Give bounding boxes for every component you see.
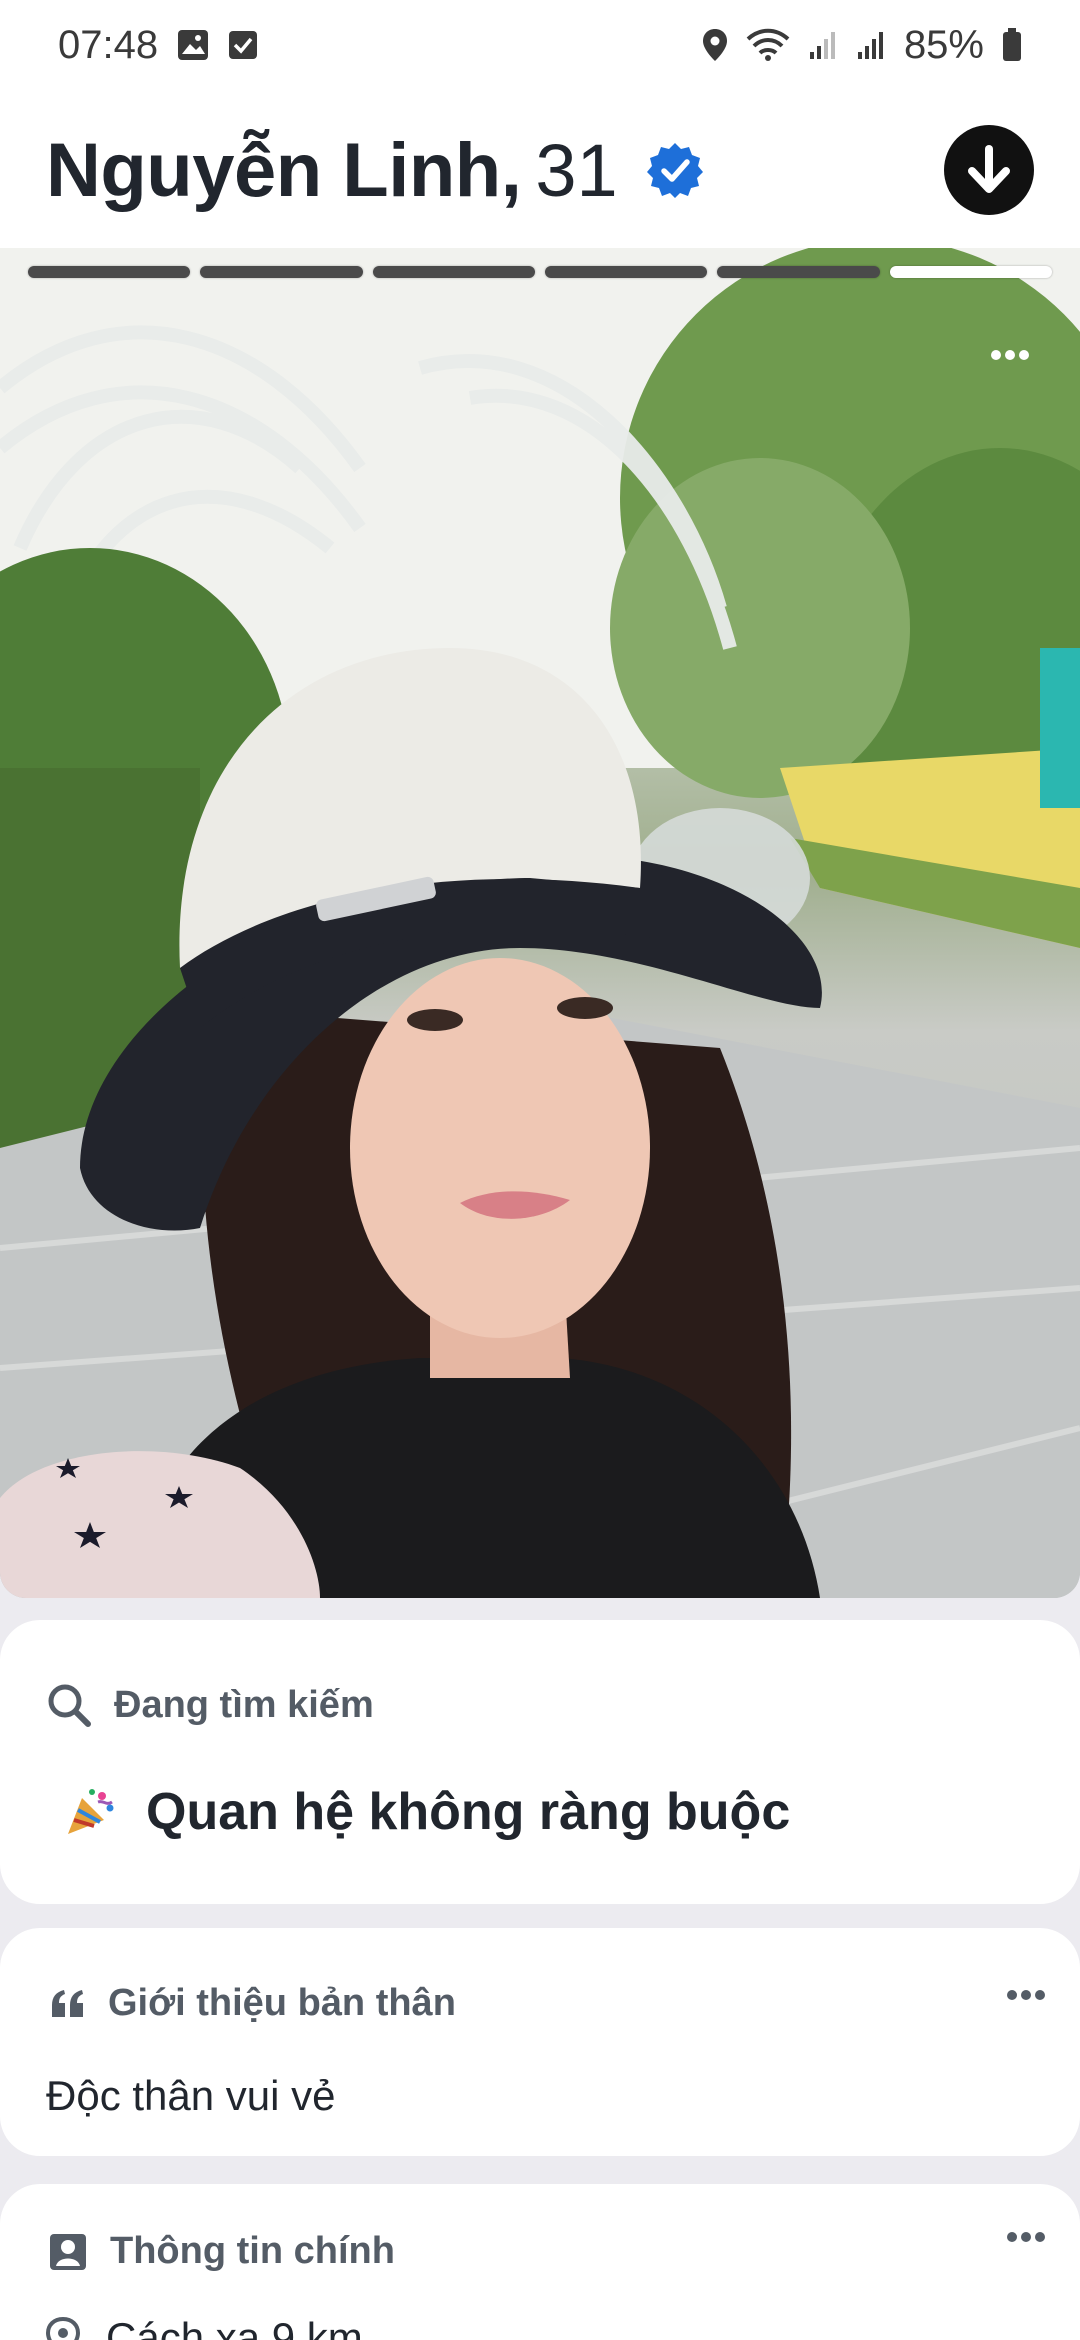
basics-label: Thông tin chính (110, 2230, 395, 2272)
wifi-icon (746, 28, 790, 62)
photo-progress-segment[interactable] (372, 266, 535, 278)
status-bar: 07:48 85% (0, 0, 1080, 90)
status-time: 07:48 (58, 22, 159, 67)
about-header: Giới thiệu bản thân (50, 1982, 456, 2025)
more-horizontal-icon (991, 350, 1029, 360)
arrow-down-icon (968, 145, 1010, 193)
location-icon (702, 28, 728, 62)
looking-for-header: Đang tìm kiếm (46, 1682, 374, 1728)
quote-icon (52, 1989, 83, 2017)
about-label: Giới thiệu bản thân (108, 1982, 456, 2024)
photo-progress-segment[interactable] (544, 266, 708, 278)
signal-icon (856, 30, 886, 60)
profile-age: 31 (535, 128, 618, 212)
battery-icon (1002, 28, 1022, 62)
basics-card: Thông tin chính Cách xa 9 km (0, 2184, 1080, 2340)
checkbox-icon (228, 30, 258, 60)
photo-progress-segment[interactable] (717, 266, 880, 278)
distance-item: Cách xa 9 km (46, 2314, 363, 2340)
profile-name: Nguyễn Linh, (46, 127, 522, 213)
profile-title: Nguyễn Linh, 31 (46, 127, 704, 214)
photo-progress-segment[interactable] (28, 266, 191, 278)
more-horizontal-icon (1007, 1990, 1045, 2000)
looking-for-text: Quan hệ không ràng buộc (146, 1783, 791, 1841)
photo-progress-segment[interactable] (200, 266, 363, 278)
photo-more-button[interactable] (980, 340, 1040, 370)
looking-for-card: Đang tìm kiếm Quan hệ không ràng buộc (0, 1620, 1080, 1904)
distance-text: Cách xa 9 km (106, 2314, 363, 2340)
profile-photo[interactable] (0, 248, 1080, 1598)
battery-percent: 85% (903, 22, 984, 67)
collapse-profile-button[interactable] (944, 125, 1034, 215)
about-more-button[interactable] (1006, 1988, 1046, 2006)
looking-for-value: Quan hệ không ràng buộc (64, 1782, 790, 1842)
signal-icon (808, 30, 838, 60)
search-icon (48, 1684, 91, 1727)
profile-header: Nguyễn Linh, 31 (0, 90, 1080, 250)
about-card: Giới thiệu bản thân Độc thân vui vẻ (0, 1928, 1080, 2156)
gallery-icon (176, 28, 210, 62)
basics-more-button[interactable] (1006, 2230, 1046, 2248)
looking-for-label: Đang tìm kiếm (114, 1683, 374, 1726)
profile-photo-image (0, 248, 1080, 1598)
photo-progress (28, 266, 1052, 280)
profile-card-icon (50, 2233, 86, 2270)
about-text: Độc thân vui vẻ (46, 2072, 336, 2119)
location-pin-icon (46, 2317, 80, 2340)
party-popper-icon (68, 1789, 114, 1834)
photo-progress-segment-active[interactable] (889, 266, 1052, 278)
basics-header: Thông tin chính (48, 2230, 395, 2273)
more-horizontal-icon (1007, 2232, 1045, 2242)
verified-badge-icon[interactable] (646, 141, 704, 199)
